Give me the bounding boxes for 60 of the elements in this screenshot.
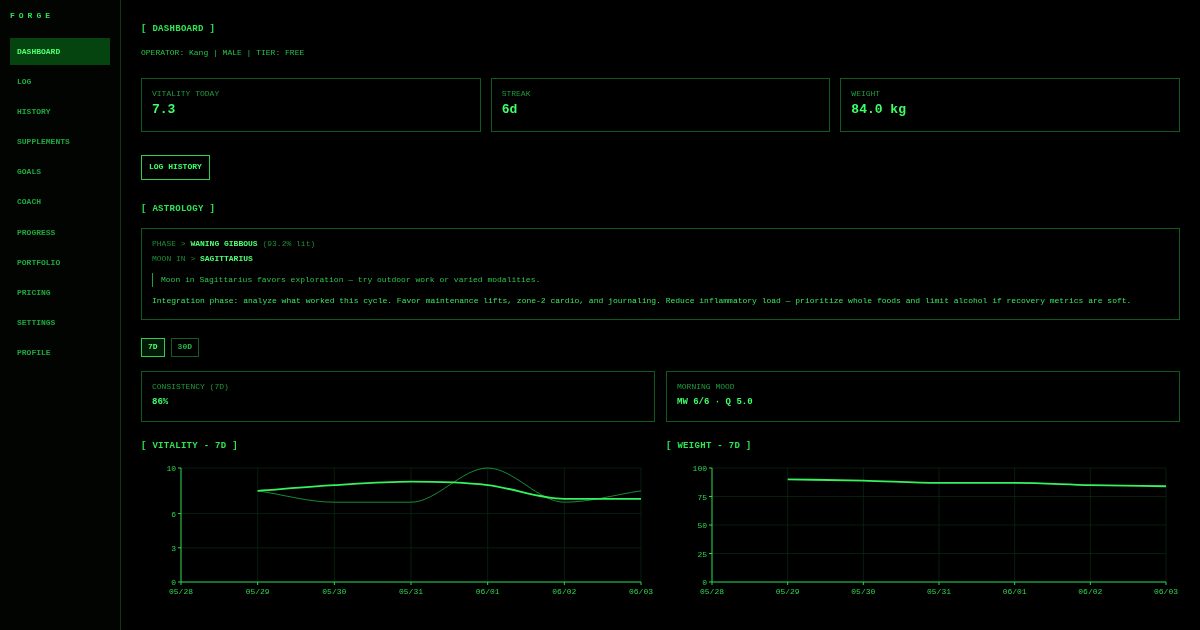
x-axis-label: 05/31 [399, 586, 423, 596]
moon-value: SAGITTARIUS [200, 253, 253, 264]
nav-item[interactable]: SETTINGS [10, 309, 110, 337]
x-axis-label: 06/03 [629, 586, 653, 596]
chart-title: [ WEIGHT - 7D ] [666, 439, 752, 452]
x-axis-label: 06/03 [1154, 586, 1178, 596]
x-axis-label: 05/31 [927, 586, 951, 596]
x-axis-label: 05/29 [775, 586, 800, 596]
stat-label: VITALITY TODAY [152, 89, 220, 99]
x-axis-label: 05/28 [169, 586, 193, 596]
y-axis-label: 6 [171, 509, 176, 519]
stat-value: 6d [501, 102, 518, 118]
x-axis-label: 06/02 [1078, 586, 1103, 596]
astrology-summary: Integration phase: analyze what worked this cycle. Favor maintenance lifts, zone-2 cardio, and journaling. Reduce inflammatory load — prioritize whole foods and limit alcohol if recovery metrics are soft. [152, 295, 1132, 306]
x-axis-label: 05/30 [322, 586, 347, 596]
nav-item[interactable]: PROGRESS [10, 219, 110, 247]
metric-value: MW 6/6 · Q 5.0 [677, 395, 753, 408]
x-axis-label: 05/28 [700, 586, 724, 596]
nav-item[interactable]: DASHBOARD [10, 38, 110, 65]
stat-value: 7.3 [152, 102, 176, 118]
metric-label: CONSISTENCY (7D) [152, 381, 229, 392]
x-axis-label: 05/30 [851, 586, 876, 596]
y-axis-label: 25 [697, 549, 707, 558]
y-axis-label: 75 [697, 492, 707, 501]
y-axis-label: 0 [171, 577, 176, 587]
y-axis-label: 3 [171, 543, 176, 553]
nav-item[interactable]: PROFILE [10, 339, 110, 367]
page-title: [ DASHBOARD ] [141, 23, 216, 35]
y-axis-label: 50 [697, 520, 707, 530]
stat-label: STREAK [501, 89, 531, 99]
range-tab[interactable]: 30D [170, 337, 199, 357]
quote-text: Moon in Sagittarius favors exploration — try outdoor work or varied modalities. [152, 272, 541, 287]
nav-item[interactable]: PORTFOLIO [10, 249, 110, 277]
nav-item[interactable]: SUPPLEMENTS [10, 128, 110, 156]
y-axis-label: 100 [692, 463, 707, 473]
moon-label: MOON IN > [152, 253, 196, 264]
range-tab[interactable]: 7D [141, 337, 165, 357]
y-axis-label: 0 [702, 577, 707, 587]
x-axis-label: 06/01 [1002, 586, 1027, 596]
metric-value: 86% [152, 395, 169, 408]
x-axis-label: 06/02 [552, 586, 577, 596]
nav-item[interactable]: GOALS [10, 158, 110, 186]
section-title: [ ASTROLOGY ] [141, 202, 216, 215]
metric-label: MORNING MOOD [677, 381, 735, 392]
y-axis-label: 10 [166, 463, 176, 473]
stat-label: WEIGHT [851, 89, 881, 99]
phase-value: WANING GIBBOUS [190, 238, 258, 249]
log-history-button[interactable]: LOG HISTORY [141, 154, 210, 180]
chart-title: [ VITALITY - 7D ] [141, 439, 238, 452]
nav-item[interactable]: HISTORY [10, 98, 110, 126]
x-axis-label: 06/01 [475, 586, 500, 596]
nav-item[interactable]: PRICING [10, 279, 110, 307]
phase-note: (93.2% lit) [262, 238, 316, 249]
phase-label: PHASE > [152, 238, 186, 249]
nav-item[interactable]: LOG [10, 68, 110, 96]
app-title: FORGE [10, 11, 54, 21]
operator-info: OPERATOR: Kang | MALE | TIER: FREE [141, 48, 305, 58]
stat-value: 84.0 kg [851, 102, 906, 118]
nav-item[interactable]: COACH [10, 188, 110, 216]
x-axis-label: 05/29 [245, 586, 270, 596]
